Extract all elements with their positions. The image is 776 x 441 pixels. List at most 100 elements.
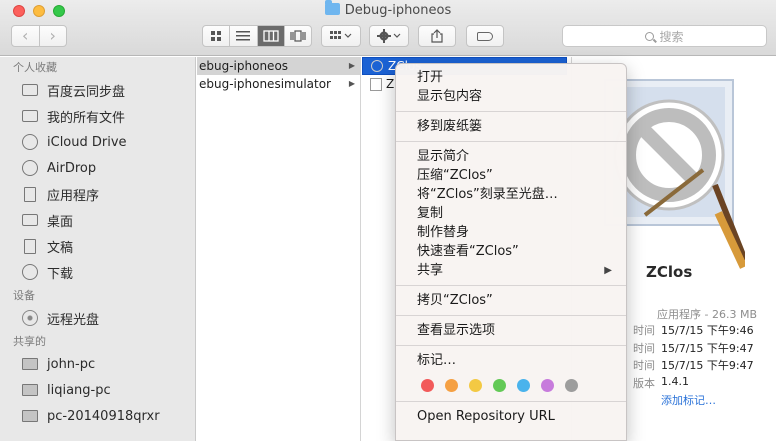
- menu-separator: [396, 111, 626, 112]
- menu-item-label: Open Repository URL: [417, 409, 555, 424]
- coverflow-view-button[interactable]: [285, 26, 311, 46]
- applications-icon: [21, 185, 39, 203]
- tag-color-dot[interactable]: [421, 378, 434, 392]
- menu-item[interactable]: 压缩“ZClos”: [396, 166, 626, 185]
- monitor-icon: [21, 407, 39, 425]
- menu-item[interactable]: 将“ZClos”刻录至光盘…: [396, 185, 626, 204]
- sidebar-item[interactable]: AirDrop: [0, 155, 195, 181]
- menu-item[interactable]: Open Repository URL: [396, 407, 626, 426]
- documents-icon: [21, 237, 39, 255]
- app-small-icon: [371, 60, 383, 72]
- column-1-item[interactable]: ebug-iphoneos ▶: [197, 57, 360, 75]
- tag-button[interactable]: [466, 25, 504, 47]
- column-1-item-label: ebug-iphonesimulator: [199, 77, 331, 91]
- sidebar-item[interactable]: 远程光盘: [0, 305, 195, 331]
- menu-item[interactable]: 打开: [396, 68, 626, 87]
- arrange-button[interactable]: [321, 25, 361, 47]
- sidebar-item[interactable]: pc-20140918qrxr: [0, 403, 195, 429]
- sidebar-item[interactable]: iCloud Drive: [0, 129, 195, 155]
- menu-item-label: 标记…: [417, 353, 457, 368]
- sidebar-item[interactable]: liqiang-pc: [0, 377, 195, 403]
- forward-button[interactable]: ›: [40, 26, 67, 46]
- file-small-icon: [370, 77, 382, 91]
- icon-view-button[interactable]: [203, 26, 231, 46]
- icon-view-icon: [211, 31, 222, 41]
- search-field[interactable]: 搜索: [562, 25, 767, 47]
- sidebar-item[interactable]: 百度云同步盘: [0, 77, 195, 103]
- menu-item[interactable]: 显示简介: [396, 147, 626, 166]
- menu-separator: [396, 315, 626, 316]
- menu-item[interactable]: 显示包内容: [396, 87, 626, 106]
- sidebar-item-label: pc-20140918qrxr: [47, 408, 160, 424]
- menu-item[interactable]: 查看显示选项: [396, 321, 626, 340]
- menu-item[interactable]: 共享 ▶: [396, 261, 626, 280]
- tag-color-dot[interactable]: [565, 378, 578, 392]
- sidebar-item-label: 远程光盘: [47, 312, 100, 328]
- column-1-item[interactable]: ebug-iphonesimulator ▶: [197, 75, 360, 93]
- menu-item[interactable]: 快速查看“ZClos”: [396, 242, 626, 261]
- menu-item-label: 显示包内容: [417, 89, 483, 104]
- gear-icon: [377, 29, 401, 43]
- menu-separator: [396, 401, 626, 402]
- sidebar-item[interactable]: john-pc: [0, 351, 195, 377]
- menu-item-label: 将“ZClos”刻录至光盘…: [417, 187, 558, 202]
- preview-info-row: 时间 15/7/15 下午9:47: [621, 357, 754, 375]
- back-button[interactable]: ‹: [12, 26, 40, 46]
- preview-info-value: 15/7/15 下午9:47: [661, 341, 754, 355]
- sidebar-item[interactable]: 文稿: [0, 233, 195, 259]
- add-tags-link[interactable]: 添加标记…: [661, 392, 716, 410]
- sidebar-item-label: 我的所有文件: [47, 110, 126, 126]
- share-button[interactable]: [418, 25, 456, 47]
- sidebar-item-label: 下载: [47, 266, 74, 282]
- sidebar-section-header: 个人收藏: [13, 61, 57, 74]
- monitor-icon: [21, 355, 39, 373]
- sidebar-item-label: 应用程序: [47, 188, 100, 204]
- menu-item[interactable]: 移到废纸篓: [396, 117, 626, 136]
- list-view-button[interactable]: [230, 26, 258, 46]
- sidebar-item[interactable]: 我的所有文件: [0, 103, 195, 129]
- column-1-item-label: ebug-iphoneos: [199, 59, 289, 73]
- tag-color-dot[interactable]: [469, 378, 482, 392]
- sidebar-item-label: john-pc: [47, 356, 96, 372]
- sidebar-item-label: liqiang-pc: [47, 382, 111, 398]
- menu-separator: [396, 345, 626, 346]
- tag-color-dot[interactable]: [517, 378, 530, 392]
- sidebar-item[interactable]: 下载: [0, 259, 195, 285]
- sidebar-item[interactable]: 应用程序: [0, 181, 195, 207]
- action-button[interactable]: [369, 25, 409, 47]
- chevron-right-icon: ▶: [348, 61, 355, 70]
- menu-item[interactable]: 制作替身: [396, 223, 626, 242]
- tag-color-dot[interactable]: [541, 378, 554, 392]
- menu-separator: [396, 141, 626, 142]
- menu-item-label: 复制: [417, 206, 444, 221]
- menu-item[interactable]: 标记…: [396, 351, 626, 370]
- sidebar-item-label: 文稿: [47, 240, 74, 256]
- navigation-group: ‹ ›: [11, 25, 67, 47]
- tag-color-dot[interactable]: [445, 378, 458, 392]
- toolbar: Debug-iphoneos ‹ › 搜索: [0, 0, 776, 56]
- menu-item-label: 制作替身: [417, 225, 470, 240]
- tag-icon: [477, 31, 493, 41]
- menu-item-label: 查看显示选项: [417, 323, 496, 338]
- menu-item[interactable]: 复制: [396, 204, 626, 223]
- sidebar-item[interactable]: 桌面: [0, 207, 195, 233]
- column-view-button[interactable]: [257, 26, 285, 46]
- preview-kind: 应用程序 - 26.3 MB: [657, 308, 757, 321]
- context-menu: 打开显示包内容移到废纸篓显示简介 压缩“ZClos” 将“ZClos”刻录至光盘… 复…: [395, 63, 627, 441]
- tag-color-dot[interactable]: [493, 378, 506, 392]
- window-title: Debug-iphoneos: [0, 0, 776, 18]
- sidebar-section-header: 设备: [13, 289, 35, 302]
- menu-item[interactable]: 拷贝“ZClos”: [396, 291, 626, 310]
- preview-info-row: 添加标记…: [621, 392, 754, 410]
- preview-info-row: 版本 1.4.1: [621, 375, 754, 393]
- preview-name: ZClos: [646, 263, 693, 281]
- disc-icon: [21, 309, 39, 327]
- preview-info: 时间 15/7/15 下午9:46 时间 15/7/15 下午9:47 时间 15/7/1…: [621, 322, 754, 410]
- preview-info-row: 时间 15/7/15 下午9:46: [621, 322, 754, 340]
- share-icon: [431, 29, 443, 43]
- column-view-icon: [262, 30, 279, 42]
- airdrop-icon: [21, 159, 39, 177]
- coverflow-view-icon: [290, 30, 306, 42]
- column-1: ebug-iphoneos ▶ ebug-iphonesimulator ▶: [197, 57, 361, 441]
- search-icon: [645, 31, 655, 41]
